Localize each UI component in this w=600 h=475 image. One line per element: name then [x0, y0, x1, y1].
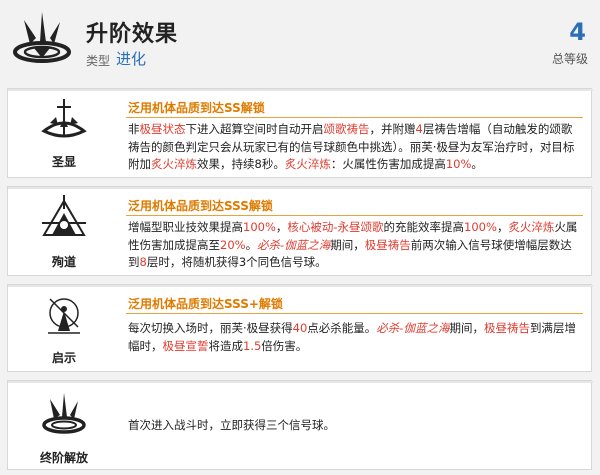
page-title: 升阶效果 [86, 22, 179, 47]
desc-text: 的充能效率提高 [383, 220, 465, 234]
header: 升阶效果 类型 进化 4 总等级 [0, 0, 600, 78]
unlock-condition: 泛用机体品质到达SSS+解锁 [128, 297, 283, 311]
upgrade-card-2: 殉道 泛用机体品质到达SSS解锁 增幅型职业技效果提高100%，核心被动-永昼颂… [7, 186, 593, 277]
desc-text: ，并附赠 [369, 122, 416, 136]
type-label: 类型 [86, 54, 111, 68]
upgrade-card-1: 圣显 泛用机体品质到达SS解锁 非极昼状态下进入超算空间时自动开启颂歌祷告，并附… [7, 88, 593, 179]
desc-highlight: 炙火淬炼 [508, 220, 555, 234]
total-level-value: 4 [569, 18, 586, 46]
divider [126, 117, 583, 118]
card-description: 每次切换入场时，丽芙·极昼获得40点必杀能量。必杀-伽蓝之海期间，极昼祷告到满层… [128, 320, 581, 355]
desc-text: 效果，持续8秒。 [197, 157, 285, 171]
divider [126, 313, 583, 314]
card-description: 首次进入战斗时，立即获得三个信号球。 [128, 417, 581, 435]
desc-highlight: 40 [292, 321, 308, 335]
desc-highlight: 20% [220, 237, 246, 252]
card-left-panel: 殉道 [8, 187, 120, 275]
desc-highlight: 极昼祷告 [364, 237, 411, 252]
final-release-icon [42, 393, 86, 434]
desc-text: 点必杀能量。 [307, 321, 377, 335]
desc-text: 层时，将随机获得3个同色信号球。 [146, 255, 327, 269]
desc-text: 。 [245, 237, 258, 252]
desc-text: ：火属性伤害加成提高 [330, 157, 446, 171]
card-name: 终阶解放 [39, 451, 88, 465]
card-name: 启示 [51, 351, 76, 365]
card-right-panel: 首次进入战斗时，立即获得三个信号球。 [120, 381, 591, 471]
card-left-panel: 终阶解放 [8, 381, 120, 469]
desc-highlight: 10% [445, 157, 472, 171]
card-right-panel: 泛用机体品质到达SSS+解锁 每次切换入场时，丽芙·极昼获得40点必杀能量。必杀… [120, 285, 591, 373]
upgrade-card-3: 启示 泛用机体品质到达SSS+解锁 每次切换入场时，丽芙·极昼获得40点必杀能量… [7, 284, 593, 373]
desc-highlight: 炙火淬炼 [151, 157, 197, 171]
desc-text: 下进入超算空间时自动开启 [185, 122, 324, 136]
desc-highlight: 4 [415, 122, 423, 136]
card-right-panel: 泛用机体品质到达SS解锁 非极昼状态下进入超算空间时自动开启颂歌祷告，并附赠4层… [120, 89, 591, 179]
card-description: 增幅型职业技效果提高100%，核心被动-永昼颂歌的充能效率提高100%，炙火淬炼… [128, 219, 581, 272]
desc-text: 将造成 [208, 338, 244, 353]
desc-highlight: 8 [139, 255, 147, 269]
desc-highlight: 极昼状态 [139, 122, 186, 136]
type-value: 进化 [116, 50, 147, 68]
card-description: 非极昼状态下进入超算空间时自动开启颂歌祷告，并附赠4层祷告增幅（自动触发的颂歌祷… [128, 121, 581, 174]
desc-text: 期间， [330, 237, 365, 252]
unlock-condition: 泛用机体品质到达SS解锁 [128, 101, 265, 115]
desc-highlight: 颂歌祷告 [323, 122, 370, 136]
desc-highlight: 核心被动-永昼颂歌 [287, 220, 384, 234]
desc-text: ， [275, 220, 288, 234]
martyr-icon [42, 195, 86, 236]
card-left-panel: 启示 [8, 285, 120, 371]
desc-text: 每次切换入场时，丽芙·极昼获得 [128, 321, 293, 335]
unlock-condition: 泛用机体品质到达SSS解锁 [128, 199, 273, 213]
desc-highlight: 100% [243, 220, 276, 234]
desc-text: 。 [471, 157, 483, 171]
desc-text: 首次进入战斗时，立即获得三个信号球。 [128, 418, 335, 432]
desc-text: ， [496, 220, 509, 234]
card-name: 殉道 [51, 255, 76, 269]
divider [126, 215, 583, 216]
desc-text: 期间， [449, 321, 484, 335]
desc-highlight: 炙火淬炼 [284, 157, 331, 171]
sanctify-icon [41, 99, 87, 138]
desc-highlight: 必杀-伽蓝之海 [376, 321, 450, 335]
desc-text: 非 [128, 122, 140, 136]
card-right-panel: 泛用机体品质到达SSS解锁 增幅型职业技效果提高100%，核心被动-永昼颂歌的充… [120, 187, 591, 277]
desc-highlight: 极昼祷告 [483, 321, 530, 335]
desc-highlight: 1.5 [243, 338, 262, 353]
desc-text: 增幅型职业技效果提高 [128, 220, 243, 234]
desc-highlight: 极昼宣誓 [162, 338, 209, 353]
awakening-emblem-icon [13, 12, 71, 63]
total-level-label: 总等级 [551, 52, 588, 66]
upgrade-card-4: 终阶解放 首次进入战斗时，立即获得三个信号球。 [7, 380, 593, 471]
card-name: 圣显 [51, 155, 76, 169]
desc-highlight: 必杀-伽蓝之海 [257, 237, 331, 252]
revelation-icon [48, 298, 80, 334]
desc-highlight: 100% [464, 220, 497, 234]
desc-text: 倍伤害。 [261, 338, 308, 353]
card-left-panel: 圣显 [8, 89, 120, 177]
